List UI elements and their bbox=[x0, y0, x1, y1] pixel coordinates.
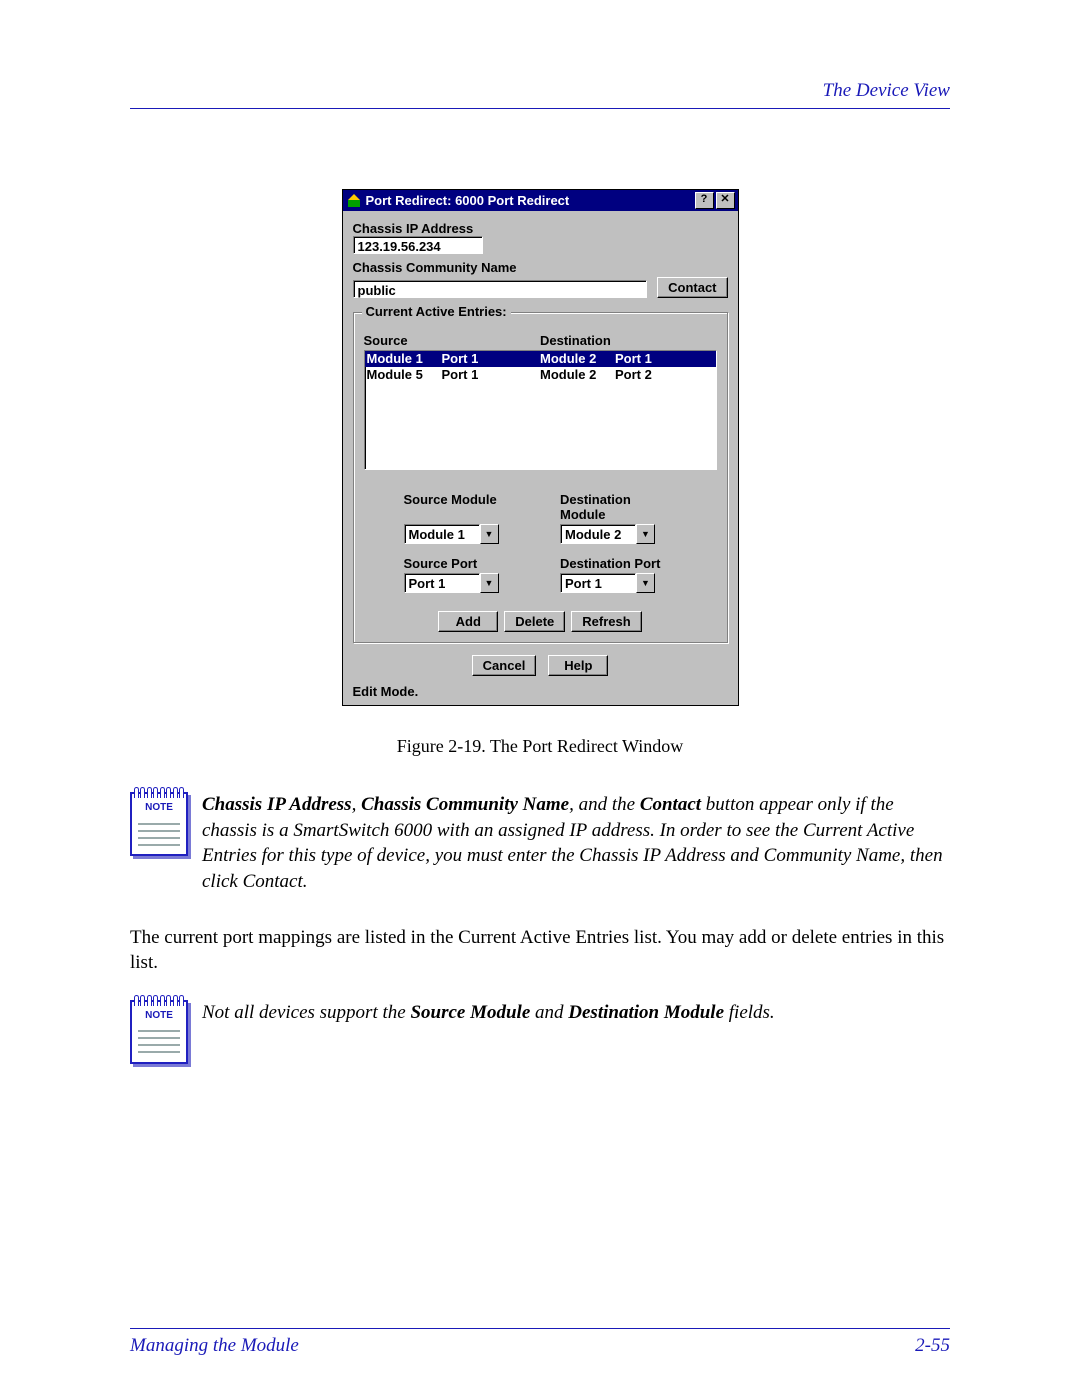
dest-module-select[interactable]: Module 2 ▼ bbox=[560, 524, 655, 544]
bold-text: Chassis Community Name bbox=[361, 794, 569, 815]
footer-left: Managing the Module bbox=[130, 1335, 299, 1357]
cell: Module 5 bbox=[367, 367, 442, 383]
entries-listbox[interactable]: Module 1Port 1 Module 2Port 1 Module 5Po… bbox=[364, 350, 717, 470]
note-block: NOTE Chassis IP Address, Chassis Communi… bbox=[130, 792, 950, 895]
page-footer: Managing the Module 2-55 bbox=[130, 1328, 950, 1357]
combo-value: Module 2 bbox=[560, 524, 636, 544]
source-module-label: Source Module bbox=[404, 492, 521, 522]
combo-value: Port 1 bbox=[560, 573, 636, 593]
note-text: Not all devices support the Source Modul… bbox=[202, 1000, 775, 1026]
col-dest-header: Destination bbox=[540, 333, 717, 348]
col-source-header: Source bbox=[364, 333, 541, 348]
note-icon-label: NOTE bbox=[132, 1010, 186, 1021]
list-row[interactable]: Module 5Port 1 Module 2Port 2 bbox=[365, 367, 716, 383]
add-button[interactable]: Add bbox=[438, 611, 498, 632]
bold-text: Destination Module bbox=[568, 1002, 724, 1023]
source-port-label: Source Port bbox=[404, 556, 521, 571]
refresh-button[interactable]: Refresh bbox=[571, 611, 641, 632]
dest-module-label: Destination Module bbox=[560, 492, 677, 522]
chassis-ip-label: Chassis IP Address bbox=[353, 221, 728, 236]
footer-page-number: 2-55 bbox=[915, 1335, 950, 1357]
cell: Module 1 bbox=[367, 351, 442, 367]
figure-caption: Figure 2-19. The Port Redirect Window bbox=[130, 736, 950, 757]
status-bar: Edit Mode. bbox=[343, 680, 738, 705]
delete-button[interactable]: Delete bbox=[504, 611, 565, 632]
body-paragraph: The current port mappings are listed in … bbox=[130, 925, 950, 976]
active-entries-group: Current Active Entries: Source Destinati… bbox=[353, 312, 728, 643]
chevron-down-icon[interactable]: ▼ bbox=[480, 524, 499, 544]
port-redirect-dialog: Port Redirect: 6000 Port Redirect ? ✕ Ch… bbox=[342, 189, 739, 706]
community-name-label: Chassis Community Name bbox=[353, 260, 728, 275]
titlebar[interactable]: Port Redirect: 6000 Port Redirect ? ✕ bbox=[343, 190, 738, 211]
cell: Port 1 bbox=[615, 351, 652, 367]
text: , bbox=[352, 794, 362, 815]
app-icon bbox=[346, 193, 362, 209]
note-icon: NOTE bbox=[130, 1000, 184, 1064]
cell: Module 2 bbox=[540, 367, 615, 383]
note-icon-label: NOTE bbox=[132, 802, 186, 813]
active-entries-label: Current Active Entries: bbox=[362, 304, 511, 319]
cancel-button[interactable]: Cancel bbox=[472, 655, 537, 676]
source-port-select[interactable]: Port 1 ▼ bbox=[404, 573, 499, 593]
dest-port-select[interactable]: Port 1 ▼ bbox=[560, 573, 655, 593]
chevron-down-icon[interactable]: ▼ bbox=[480, 573, 499, 593]
text: and bbox=[530, 1002, 568, 1023]
page-header-section: The Device View bbox=[130, 80, 950, 109]
cell: Module 2 bbox=[540, 351, 615, 367]
titlebar-help-button[interactable]: ? bbox=[695, 192, 714, 209]
text: fields. bbox=[724, 1002, 775, 1023]
chassis-ip-input[interactable]: 123.19.56.234 bbox=[353, 236, 483, 254]
titlebar-close-button[interactable]: ✕ bbox=[716, 192, 735, 209]
note-icon: NOTE bbox=[130, 792, 184, 856]
note-text: Chassis IP Address, Chassis Community Na… bbox=[202, 792, 950, 895]
dialog-title: Port Redirect: 6000 Port Redirect bbox=[366, 193, 693, 208]
note-block: NOTE Not all devices support the Source … bbox=[130, 1000, 950, 1064]
list-row[interactable]: Module 1Port 1 Module 2Port 1 bbox=[365, 351, 716, 367]
text: , and the bbox=[569, 794, 640, 815]
text: Not all devices support the bbox=[202, 1002, 410, 1023]
contact-button[interactable]: Contact bbox=[657, 277, 727, 298]
bold-text: Chassis IP Address bbox=[202, 794, 352, 815]
source-module-select[interactable]: Module 1 ▼ bbox=[404, 524, 499, 544]
help-button[interactable]: Help bbox=[548, 655, 608, 676]
chevron-down-icon[interactable]: ▼ bbox=[636, 573, 655, 593]
dest-port-label: Destination Port bbox=[560, 556, 677, 571]
cell: Port 1 bbox=[442, 351, 479, 367]
cell: Port 2 bbox=[615, 367, 652, 383]
community-name-input[interactable]: public bbox=[353, 280, 648, 298]
combo-value: Port 1 bbox=[404, 573, 480, 593]
chevron-down-icon[interactable]: ▼ bbox=[636, 524, 655, 544]
cell: Port 1 bbox=[442, 367, 479, 383]
bold-text: Contact bbox=[640, 794, 701, 815]
bold-text: Source Module bbox=[410, 1002, 530, 1023]
combo-value: Module 1 bbox=[404, 524, 480, 544]
